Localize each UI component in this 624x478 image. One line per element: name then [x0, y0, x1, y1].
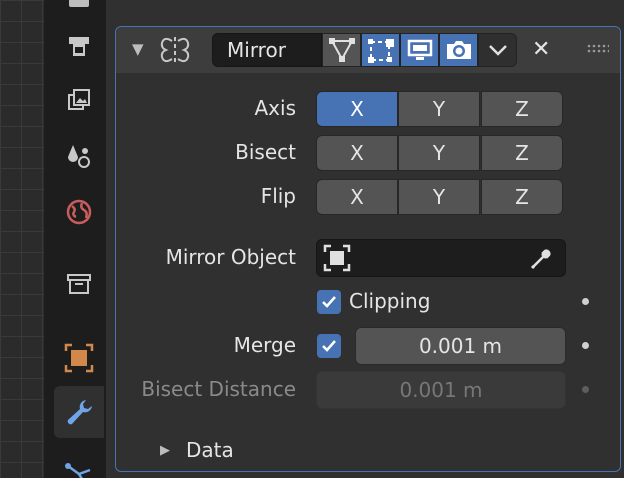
checkmark-icon — [322, 296, 336, 308]
tab-object[interactable] — [54, 332, 104, 384]
render-toggle[interactable] — [439, 33, 478, 67]
images-icon — [68, 89, 90, 110]
scene-icon — [68, 145, 90, 168]
flip-y-button[interactable]: Y — [398, 179, 480, 215]
checkmark-icon — [322, 340, 336, 352]
world-icon — [66, 199, 92, 225]
mirror-modifier-icon — [158, 35, 192, 69]
bisect-toggle-group: X Y Z — [316, 135, 566, 171]
mirror-object-label: Mirror Object — [165, 245, 296, 269]
merge-distance-field[interactable]: 0.001 m — [355, 327, 566, 365]
box-icon — [67, 274, 91, 294]
tab-output[interactable] — [54, 20, 104, 72]
axis-toggle-group: X Y Z — [316, 91, 566, 127]
tab-view-layer[interactable] — [54, 74, 104, 126]
axis-y-button[interactable]: Y — [398, 91, 480, 127]
triangle-vertex-icon — [328, 38, 355, 62]
eyedropper-icon[interactable] — [528, 244, 556, 276]
modifier-menu-button[interactable] — [478, 33, 517, 67]
bisect-distance-label: Bisect Distance — [141, 377, 296, 401]
object-square-icon — [322, 243, 352, 277]
tab-modifiers[interactable] — [54, 386, 104, 438]
tab-world[interactable] — [54, 186, 104, 238]
data-subpanel-label[interactable]: Data — [186, 438, 234, 462]
axis-x-button[interactable]: X — [316, 91, 398, 127]
viewport-edge — [0, 0, 44, 478]
axis-z-button[interactable]: Z — [481, 91, 563, 127]
clipping-keyframe-dot[interactable] — [582, 298, 589, 305]
bisect-x-button[interactable]: X — [316, 135, 398, 171]
bisect-distance-keyframe-dot[interactable] — [582, 386, 589, 393]
bisect-distance-field[interactable]: 0.001 m — [316, 371, 566, 409]
modifier-header: ▼ Mirror ✕ — [116, 27, 620, 73]
mirror-modifier-panel: ▼ Mirror ✕ Axis X Y Z Bisect X Y Z Flip … — [115, 26, 621, 472]
chevron-down-icon — [488, 45, 507, 56]
object-icon — [64, 343, 94, 373]
tab-collection[interactable] — [54, 258, 104, 310]
editmode-square-icon — [367, 39, 394, 63]
printer-icon — [69, 37, 89, 56]
flip-toggle-group: X Y Z — [316, 179, 566, 215]
flip-z-button[interactable]: Z — [481, 179, 563, 215]
merge-checkbox[interactable] — [317, 334, 341, 358]
monitor-icon — [407, 39, 432, 60]
bisect-label: Bisect — [235, 140, 296, 164]
wrench-icon — [67, 400, 92, 425]
close-icon[interactable]: ✕ — [532, 33, 550, 67]
drag-handle-icon[interactable] — [587, 41, 611, 60]
bisect-z-button[interactable]: Z — [481, 135, 563, 171]
tab-scene[interactable] — [54, 130, 104, 182]
clipping-checkbox[interactable] — [317, 290, 341, 314]
properties-tab-bar — [44, 0, 106, 478]
particles-icon — [65, 463, 91, 478]
tab-particles[interactable] — [54, 446, 104, 478]
edit-mode-toggle[interactable] — [361, 33, 400, 67]
data-expand-arrow-icon[interactable]: ▶ — [160, 443, 170, 458]
clipping-label[interactable]: Clipping — [349, 289, 430, 313]
flip-label: Flip — [260, 184, 296, 208]
modifier-name-field[interactable]: Mirror — [212, 33, 322, 67]
viewport-toggle[interactable] — [400, 33, 439, 67]
collapse-arrow-icon[interactable]: ▼ — [132, 40, 144, 58]
edit-cage-toggle[interactable] — [322, 33, 361, 67]
merge-label: Merge — [233, 333, 296, 357]
flip-x-button[interactable]: X — [316, 179, 398, 215]
merge-keyframe-dot[interactable] — [582, 342, 589, 349]
bisect-y-button[interactable]: Y — [398, 135, 480, 171]
camera-icon — [446, 41, 471, 59]
render-icon — [69, 0, 89, 7]
axis-label: Axis — [254, 96, 297, 120]
